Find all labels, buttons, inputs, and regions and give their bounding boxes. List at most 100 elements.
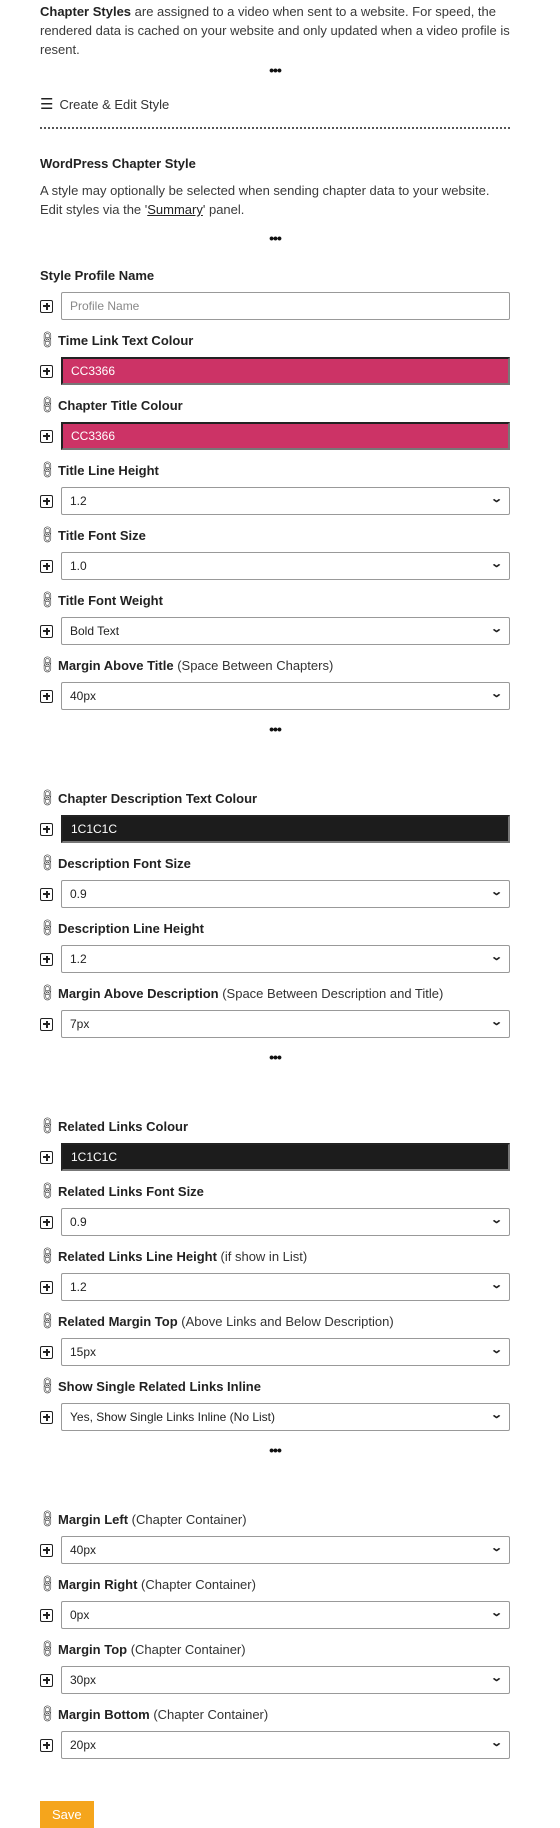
select-dropdown[interactable]: 0px ⌄ <box>61 1601 510 1629</box>
label-text: Related Links Font Size <box>58 1183 204 1201</box>
field-margin-above-title: 🔗︎ Margin Above Title (Space Between Chap… <box>36 653 510 722</box>
plus-square-icon[interactable] <box>40 952 53 966</box>
select-dropdown[interactable]: 40px ⌄ <box>61 682 510 710</box>
field-row: 0px ⌄ <box>40 1601 510 1629</box>
field-style-profile-name: Style Profile Name Profile Name <box>40 267 510 332</box>
plus-square-icon[interactable] <box>40 494 53 508</box>
label-note: (Chapter Container) <box>128 1512 247 1527</box>
selected-value: 0px <box>70 1608 90 1622</box>
link-icon[interactable]: 🔗︎ <box>36 851 58 875</box>
chevron-down-icon: ⌄ <box>489 1541 503 1554</box>
field-label: 🔗︎ Margin Top (Chapter Container) <box>36 1637 510 1659</box>
color-input[interactable]: CC3366 <box>61 422 510 450</box>
link-icon[interactable]: 🔗︎ <box>36 1702 58 1726</box>
plus-square-icon[interactable] <box>40 1738 53 1752</box>
profile-name-input[interactable]: Profile Name <box>61 292 510 320</box>
plus-square-icon[interactable] <box>40 1017 53 1031</box>
label-bold: Related Links Font Size <box>58 1184 204 1199</box>
link-icon[interactable]: 🔗︎ <box>36 786 58 810</box>
plus-square-icon[interactable] <box>40 1543 53 1557</box>
intro-line2: rendered data is cached on your website … <box>40 23 510 57</box>
link-icon[interactable]: 🔗︎ <box>36 1244 58 1268</box>
selected-value: 40px <box>70 1543 97 1557</box>
link-icon[interactable]: 🔗︎ <box>36 981 58 1005</box>
chevron-down-icon: ⌄ <box>489 1408 503 1421</box>
plus-square-icon[interactable] <box>40 1608 53 1622</box>
separator-dots: ••• <box>40 1443 510 1511</box>
link-icon[interactable]: 🔗︎ <box>36 1309 58 1333</box>
separator-dots: ••• <box>269 230 282 246</box>
label-text: Margin Above Title (Space Between Chapte… <box>58 657 333 675</box>
select-dropdown[interactable]: 30px ⌄ <box>61 1666 510 1694</box>
plus-square-icon[interactable] <box>40 1410 53 1424</box>
label-text: Title Font Size <box>58 527 146 545</box>
link-icon[interactable]: 🔗︎ <box>36 588 58 612</box>
select-dropdown[interactable]: 15px ⌄ <box>61 1338 510 1366</box>
link-icon[interactable]: 🔗︎ <box>36 653 58 677</box>
plus-square-icon[interactable] <box>40 299 53 313</box>
plus-square-icon[interactable] <box>40 1150 53 1164</box>
link-icon[interactable]: 🔗︎ <box>36 1179 58 1203</box>
label-text: Related Margin Top (Above Links and Belo… <box>58 1313 394 1331</box>
field-row: CC3366 <box>40 357 510 385</box>
plus-square-icon[interactable] <box>40 429 53 443</box>
link-icon[interactable]: 🔗︎ <box>36 1114 58 1138</box>
select-dropdown[interactable]: Bold Text ⌄ <box>61 617 510 645</box>
link-icon[interactable]: 🔗︎ <box>36 523 58 547</box>
create-edit-style-menu[interactable]: ☰ Create & Edit Style <box>40 95 510 113</box>
label-text: Margin Right (Chapter Container) <box>58 1576 256 1594</box>
selected-value: 40px <box>70 689 97 703</box>
link-icon[interactable]: 🔗︎ <box>36 393 58 417</box>
link-icon[interactable]: 🔗︎ <box>36 1374 58 1398</box>
separator-dots: ••• <box>269 62 282 78</box>
color-input[interactable]: CC3366 <box>61 357 510 385</box>
select-dropdown[interactable]: 7px ⌄ <box>61 1010 510 1038</box>
selected-value: 15px <box>70 1345 97 1359</box>
label-bold: Style Profile Name <box>40 268 155 283</box>
select-dropdown[interactable]: 0.9 ⌄ <box>61 880 510 908</box>
link-icon[interactable]: 🔗︎ <box>36 1572 58 1596</box>
select-dropdown[interactable]: 0.9 ⌄ <box>61 1208 510 1236</box>
select-dropdown[interactable]: Yes, Show Single Links Inline (No List) ⌄ <box>61 1403 510 1431</box>
plus-square-icon[interactable] <box>40 822 53 836</box>
color-input[interactable]: 1C1C1C <box>61 1143 510 1171</box>
label-bold: Margin Above Description <box>58 986 219 1001</box>
select-dropdown[interactable]: 1.2 ⌄ <box>61 1273 510 1301</box>
plus-square-icon[interactable] <box>40 1280 53 1294</box>
field-related-links-font-size: 🔗︎ Related Links Font Size 0.9 ⌄ <box>36 1179 510 1248</box>
label-bold: Margin Top <box>58 1642 128 1657</box>
field-description-font-size: 🔗︎ Description Font Size 0.9 ⌄ <box>36 851 510 920</box>
plus-square-icon[interactable] <box>40 364 53 378</box>
link-icon[interactable]: 🔗︎ <box>36 1637 58 1661</box>
link-icon[interactable]: 🔗︎ <box>36 328 58 352</box>
dots: ••• <box>269 1442 282 1458</box>
selected-value: 0.9 <box>70 887 87 901</box>
field-label: 🔗︎ Title Line Height <box>36 458 510 480</box>
plus-square-icon[interactable] <box>40 887 53 901</box>
color-input[interactable]: 1C1C1C <box>61 815 510 843</box>
select-dropdown[interactable]: 1.2 ⌄ <box>61 487 510 515</box>
select-dropdown[interactable]: 40px ⌄ <box>61 1536 510 1564</box>
plus-square-icon[interactable] <box>40 624 53 638</box>
link-icon[interactable]: 🔗︎ <box>36 916 58 940</box>
plus-square-icon[interactable] <box>40 689 53 703</box>
field-row: CC3366 <box>40 422 510 450</box>
summary-link[interactable]: Summary <box>147 202 203 217</box>
save-button[interactable]: Save <box>40 1801 94 1828</box>
plus-square-icon[interactable] <box>40 1345 53 1359</box>
field-label: 🔗︎ Related Links Line Height (if show in … <box>36 1244 510 1266</box>
select-dropdown[interactable]: 1.2 ⌄ <box>61 945 510 973</box>
link-icon[interactable]: 🔗︎ <box>36 1507 58 1531</box>
label-note: (Chapter Container) <box>127 1642 246 1657</box>
link-icon[interactable]: 🔗︎ <box>36 458 58 482</box>
selected-value: 1.2 <box>70 952 87 966</box>
plus-square-icon[interactable] <box>40 559 53 573</box>
select-dropdown[interactable]: 1.0 ⌄ <box>61 552 510 580</box>
field-row: 30px ⌄ <box>40 1666 510 1694</box>
field-time-link-text-colour: 🔗︎ Time Link Text Colour CC3366 <box>36 328 510 397</box>
label-bold: Show Single Related Links Inline <box>58 1379 261 1394</box>
plus-square-icon[interactable] <box>40 1215 53 1229</box>
chevron-down-icon: ⌄ <box>489 622 503 635</box>
plus-square-icon[interactable] <box>40 1673 53 1687</box>
label-text: Time Link Text Colour <box>58 332 193 350</box>
